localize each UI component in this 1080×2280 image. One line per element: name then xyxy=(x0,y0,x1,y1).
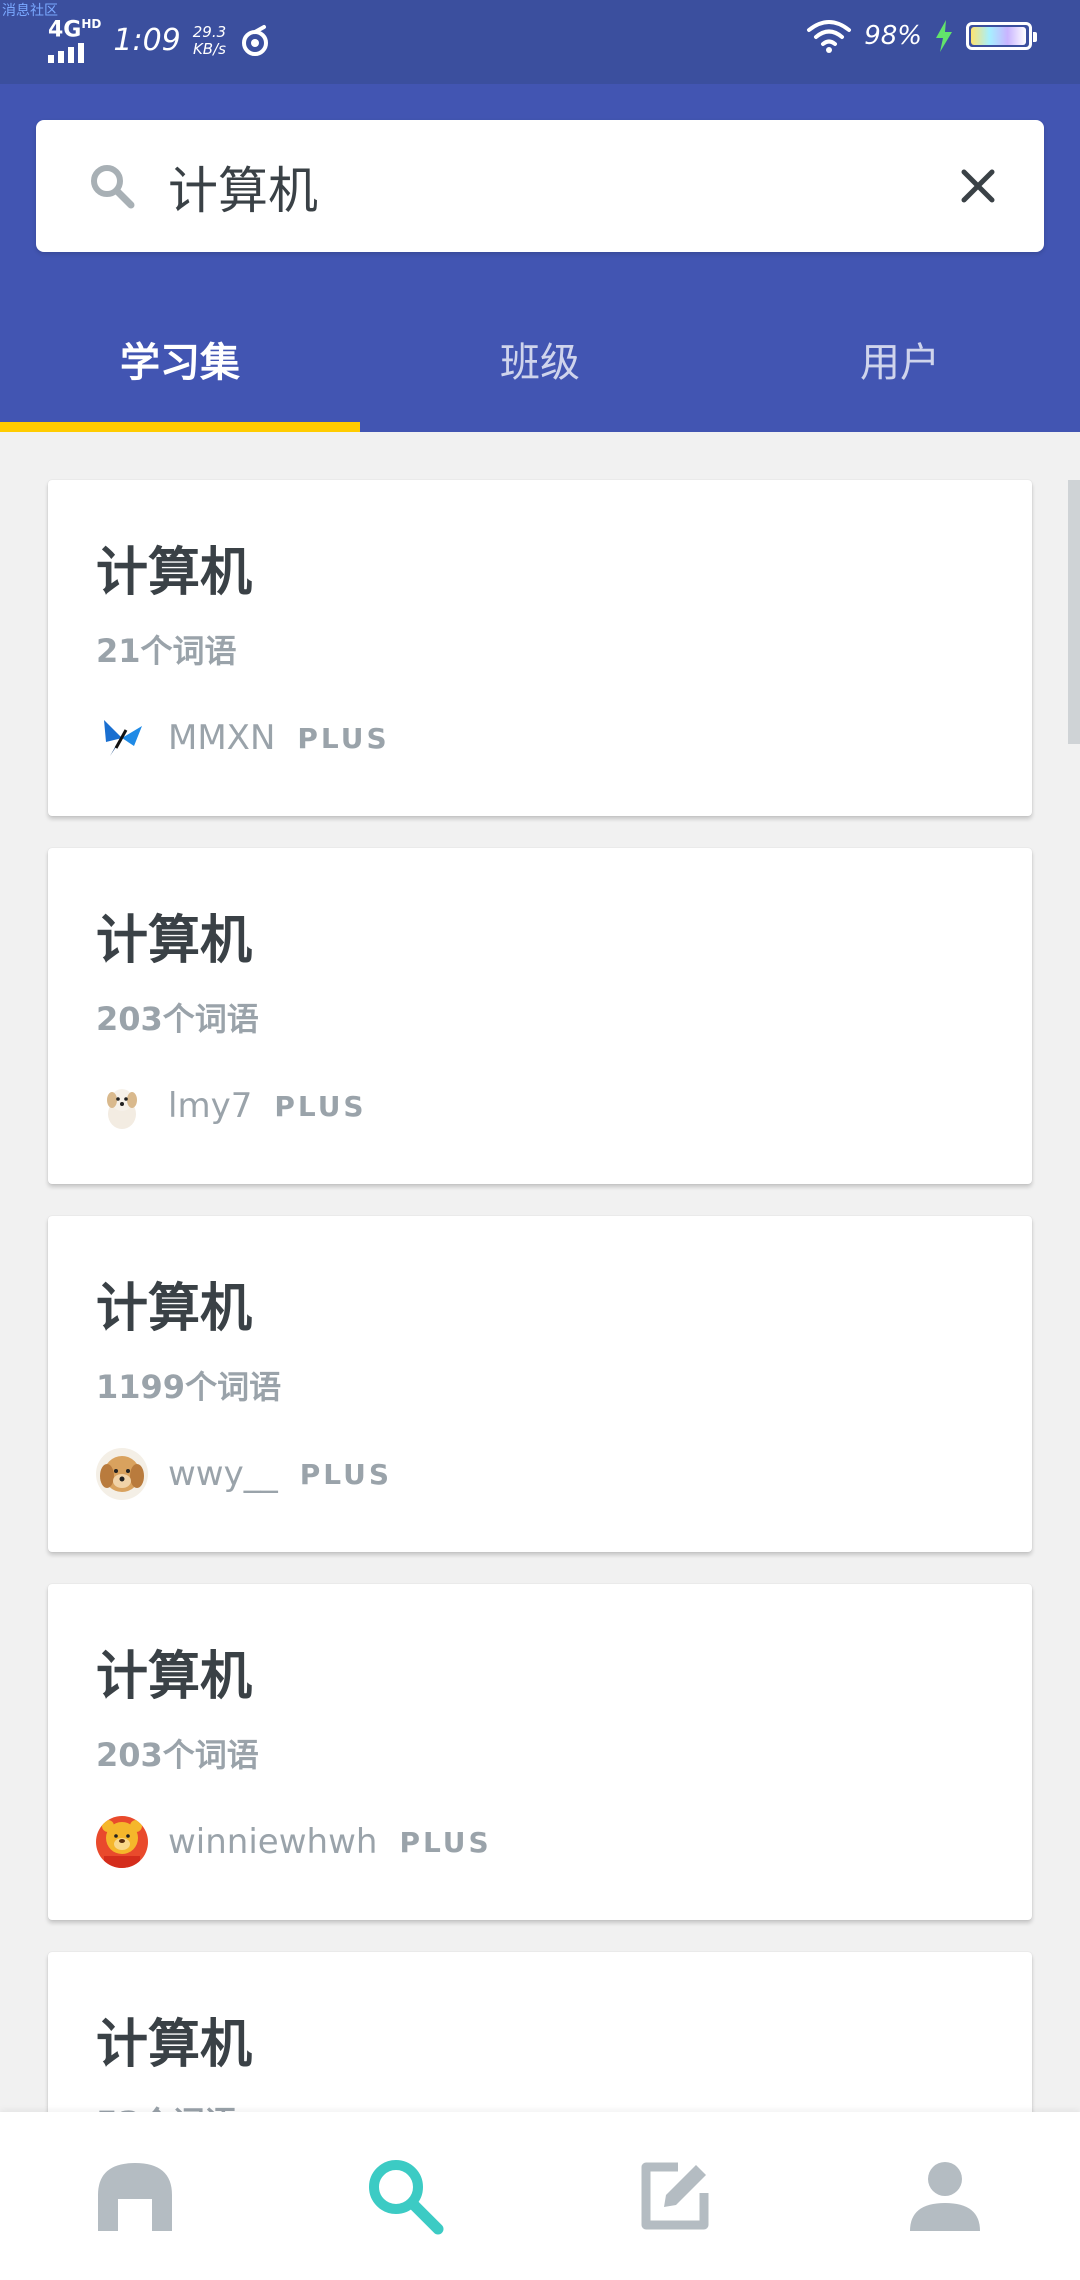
set-author[interactable]: wwy__ PLUS xyxy=(96,1448,392,1500)
wifi-icon xyxy=(807,20,852,53)
result-tabs: 学习集 班级 用户 xyxy=(0,296,1080,432)
plus-badge: PLUS xyxy=(297,721,390,755)
result-card[interactable]: 计算机 21个词语 MMXN PLUS xyxy=(48,480,1032,816)
nav-profile[interactable] xyxy=(810,2112,1080,2280)
term-count: 53个词语 xyxy=(96,2098,237,2112)
status-left: 4GHD 1:09 29.3 KB/s xyxy=(48,17,272,64)
plus-badge: PLUS xyxy=(399,1825,492,1859)
speed-unit: KB/s xyxy=(192,39,226,58)
bottom-navigation xyxy=(0,2112,1080,2280)
username: wwy__ xyxy=(168,1454,278,1494)
search-header: 学习集 班级 用户 xyxy=(0,84,1080,432)
app-screen: 消息社区 4GHD 1:09 29.3 KB/s 98% 计算机 学习集 班级 … xyxy=(0,0,1080,2280)
list-scrollbar[interactable] xyxy=(1068,480,1080,744)
tab-study-sets[interactable]: 学习集 xyxy=(0,296,360,432)
result-card[interactable]: 计算机 203个词语 winniewhwh PLUS xyxy=(48,1584,1032,1920)
network-hd: HD xyxy=(81,17,102,31)
result-card[interactable]: 计算机 1199个词语 wwy__ PLUS xyxy=(48,1216,1032,1552)
status-bar: 消息社区 4GHD 1:09 29.3 KB/s 98% xyxy=(0,0,1080,84)
network-type: 4G xyxy=(48,17,82,43)
search-input[interactable] xyxy=(166,140,950,234)
tab-classes[interactable]: 班级 xyxy=(360,296,720,432)
tab-label: 用户 xyxy=(860,340,940,386)
winnie-pooh-avatar xyxy=(96,1816,148,1868)
username: MMXN xyxy=(168,718,276,758)
close-icon[interactable] xyxy=(960,168,996,204)
username: lmy7 xyxy=(168,1086,253,1126)
term-count: 203个词语 xyxy=(96,1736,259,1774)
plus-badge: PLUS xyxy=(299,1457,393,1491)
result-card[interactable]: 计算机 53个词语 xyxy=(48,1952,1032,2112)
home-icon xyxy=(98,2163,172,2231)
edit-icon xyxy=(641,2162,709,2230)
active-tab-indicator xyxy=(0,422,360,432)
profile-icon xyxy=(910,2162,980,2231)
status-right: 98% xyxy=(806,18,1037,54)
tab-label: 学习集 xyxy=(120,340,240,386)
set-author[interactable]: MMXN PLUS xyxy=(96,712,390,764)
results-list[interactable]: 计算机 21个词语 MMXN PLUS 计算机 203个词语 lmy7 PLUS… xyxy=(0,432,1080,2112)
set-title: 计算机 xyxy=(96,1647,253,1707)
set-author[interactable]: lmy7 PLUS xyxy=(96,1080,367,1132)
battery-level xyxy=(971,27,1026,45)
set-title: 计算机 xyxy=(96,543,253,603)
term-count: 1199个词语 xyxy=(96,1368,282,1406)
tab-users[interactable]: 用户 xyxy=(720,296,1080,432)
nav-search[interactable] xyxy=(270,2112,540,2280)
network-speed: 29.3 KB/s xyxy=(193,24,226,57)
signal-icon: 4GHD xyxy=(48,17,102,64)
nav-home[interactable] xyxy=(0,2112,270,2280)
search-icon xyxy=(91,165,135,209)
term-count: 21个词语 xyxy=(96,632,237,670)
charging-icon xyxy=(936,20,952,52)
clock: 1:09 xyxy=(113,23,181,59)
search-icon xyxy=(369,2160,444,2235)
nav-create[interactable] xyxy=(540,2112,810,2280)
set-author[interactable]: winniewhwh PLUS xyxy=(96,1816,492,1868)
set-title: 计算机 xyxy=(96,911,253,971)
set-title: 计算机 xyxy=(96,2015,253,2075)
search-bar[interactable] xyxy=(36,120,1044,252)
puppy-avatar xyxy=(96,1080,148,1132)
battery-icon xyxy=(966,22,1037,50)
username: winniewhwh xyxy=(168,1822,378,1862)
result-card[interactable]: 计算机 203个词语 lmy7 PLUS xyxy=(48,848,1032,1184)
golden-dog-avatar xyxy=(96,1448,148,1500)
plus-badge: PLUS xyxy=(274,1089,367,1123)
set-title: 计算机 xyxy=(96,1279,253,1339)
hotspot-icon xyxy=(242,24,269,56)
battery-percent: 98% xyxy=(864,21,922,51)
speed-value: 29.3 xyxy=(192,23,227,42)
tab-label: 班级 xyxy=(500,340,580,386)
butterfly-avatar xyxy=(96,712,148,764)
term-count: 203个词语 xyxy=(96,1000,259,1038)
